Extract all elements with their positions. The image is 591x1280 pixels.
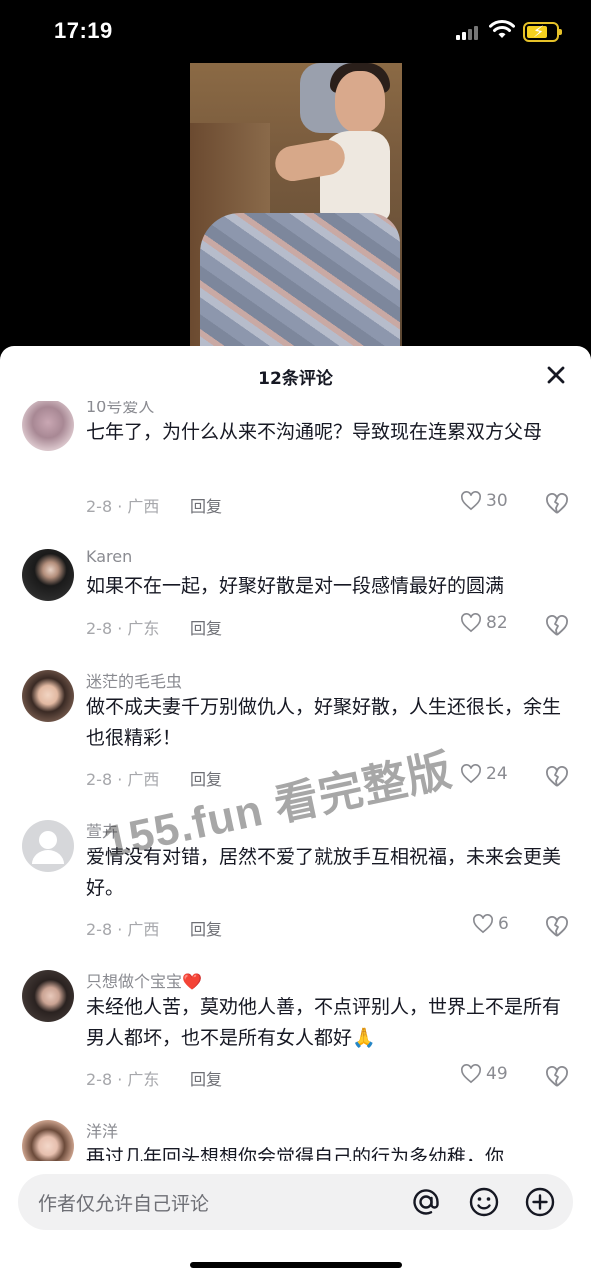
heart-outline-icon [461, 764, 481, 784]
heart-outline-icon [473, 914, 493, 934]
avatar[interactable] [22, 970, 74, 1022]
reply-button[interactable]: 回复 [190, 916, 222, 940]
home-indicator[interactable] [190, 1262, 402, 1268]
like-count: 24 [486, 764, 508, 784]
comment-count-title: 12条评论 [258, 369, 333, 389]
wifi-icon [489, 20, 515, 38]
comment-username[interactable]: 只想做个宝宝❤️ [86, 968, 202, 992]
heart-outline-icon [461, 1064, 481, 1084]
heart-outline-icon [461, 491, 481, 511]
comment-username[interactable]: 10号爱人 [86, 401, 154, 417]
reply-button[interactable]: 回复 [190, 615, 222, 639]
battery-charging-icon: ⚡ [523, 22, 562, 42]
comment-date-location: 2-8 · 广东 [86, 619, 160, 638]
status-bar: 17:19 ⚡ [0, 0, 591, 60]
avatar[interactable] [22, 1120, 74, 1161]
like-button[interactable]: 49 [460, 1064, 508, 1084]
close-icon[interactable] [543, 362, 569, 388]
emoji-icon[interactable] [468, 1186, 500, 1218]
video-player[interactable] [190, 63, 402, 353]
like-button[interactable]: 24 [460, 764, 508, 784]
heart-outline-icon [461, 613, 481, 633]
comment-username[interactable]: 迷茫的毛毛虫 [86, 668, 182, 692]
comment-text: 如果不在一起，好聚好散是对一段感情最好的圆满 [86, 575, 505, 597]
comment-date-location: 2-8 · 广西 [86, 920, 160, 939]
comment-input-bar[interactable]: 作者仅允许自己评论 [18, 1174, 573, 1230]
like-count: 6 [498, 914, 509, 934]
comment-date-location: 2-8 · 广西 [86, 770, 160, 789]
like-count: 49 [486, 1064, 508, 1084]
like-button[interactable]: 82 [460, 613, 508, 633]
broken-heart-icon[interactable] [545, 1066, 569, 1088]
at-mention-icon[interactable] [410, 1186, 442, 1218]
comment-username[interactable]: 洋洋 [86, 1118, 118, 1142]
status-time: 17:19 [54, 18, 113, 43]
reply-button[interactable]: 回复 [190, 493, 222, 517]
broken-heart-icon[interactable] [545, 916, 569, 938]
like-count: 82 [486, 613, 508, 633]
comment-text: 七年了，为什么从来不沟通呢？导致现在连累双方父母 [86, 421, 543, 443]
comment-text: 再过几年回头想想你会觉得自己的行为多幼稚，你 [86, 1146, 505, 1161]
reply-button[interactable]: 回复 [190, 1066, 222, 1090]
broken-heart-icon[interactable] [545, 615, 569, 637]
comment-date-location: 2-8 · 广西 [86, 497, 160, 516]
avatar[interactable] [22, 549, 74, 601]
like-count: 30 [486, 491, 508, 511]
comment-text: 做不成夫妻千万别做仇人，好聚好散，人生还很长，余生也很精彩！ [86, 696, 562, 749]
comment-text: 未经他人苦，莫劝他人善，不点评别人，世界上不是所有男人都坏，也不是所有女人都好🙏 [86, 996, 562, 1049]
comment-input-placeholder: 作者仅允许自己评论 [38, 1193, 210, 1215]
broken-heart-icon[interactable] [545, 493, 569, 515]
like-button[interactable]: 6 [472, 914, 509, 934]
default-avatar-icon [32, 831, 64, 864]
broken-heart-icon[interactable] [545, 766, 569, 788]
cellular-signal-icon [456, 24, 482, 40]
avatar[interactable] [22, 820, 74, 872]
add-icon[interactable] [524, 1186, 556, 1218]
avatar[interactable] [22, 401, 74, 451]
comment-username[interactable]: Karen [86, 547, 132, 566]
like-button[interactable]: 30 [460, 491, 508, 511]
comment-date-location: 2-8 · 广东 [86, 1070, 160, 1089]
avatar[interactable] [22, 670, 74, 722]
